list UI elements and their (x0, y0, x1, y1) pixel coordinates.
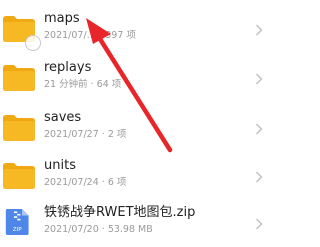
folder-icon (3, 115, 35, 141)
chevron-right-icon (255, 218, 263, 230)
touch-indicator (25, 35, 41, 51)
chevron-right-icon (255, 171, 263, 183)
folder-icon (3, 163, 35, 189)
file-name: saves (44, 110, 82, 125)
file-meta: 2021/07/20 · 53.98 MB (44, 224, 153, 235)
list-item-saves[interactable]: saves 2021/07/27 · 2 项 (0, 107, 266, 152)
file-list: maps 2021/07/… · 397 项 replays 21 分钟前 · … (0, 0, 266, 247)
file-name: units (44, 158, 76, 173)
folder-icon (3, 65, 35, 91)
list-item-units[interactable]: units 2021/07/24 · 6 项 (0, 155, 266, 200)
chevron-right-icon (255, 24, 263, 36)
list-item-zip[interactable]: ZIP 铁锈战争RWET地图包.zip 2021/07/20 · 53.98 M… (0, 202, 266, 247)
file-meta: 2021/07/… · 397 项 (44, 30, 136, 41)
file-name: 铁锈战争RWET地图包.zip (44, 205, 196, 220)
zip-file-icon: ZIP (5, 209, 29, 235)
file-meta: 2021/07/27 · 2 项 (44, 129, 127, 140)
zip-badge: ZIP (13, 227, 23, 233)
file-meta: 21 分钟前 · 64 项 (44, 79, 122, 90)
file-name: maps (44, 11, 80, 26)
list-item-replays[interactable]: replays 21 分钟前 · 64 项 (0, 57, 266, 102)
chevron-right-icon (255, 123, 263, 135)
file-meta: 2021/07/24 · 6 项 (44, 177, 127, 188)
file-name: replays (44, 60, 92, 75)
chevron-right-icon (255, 73, 263, 85)
